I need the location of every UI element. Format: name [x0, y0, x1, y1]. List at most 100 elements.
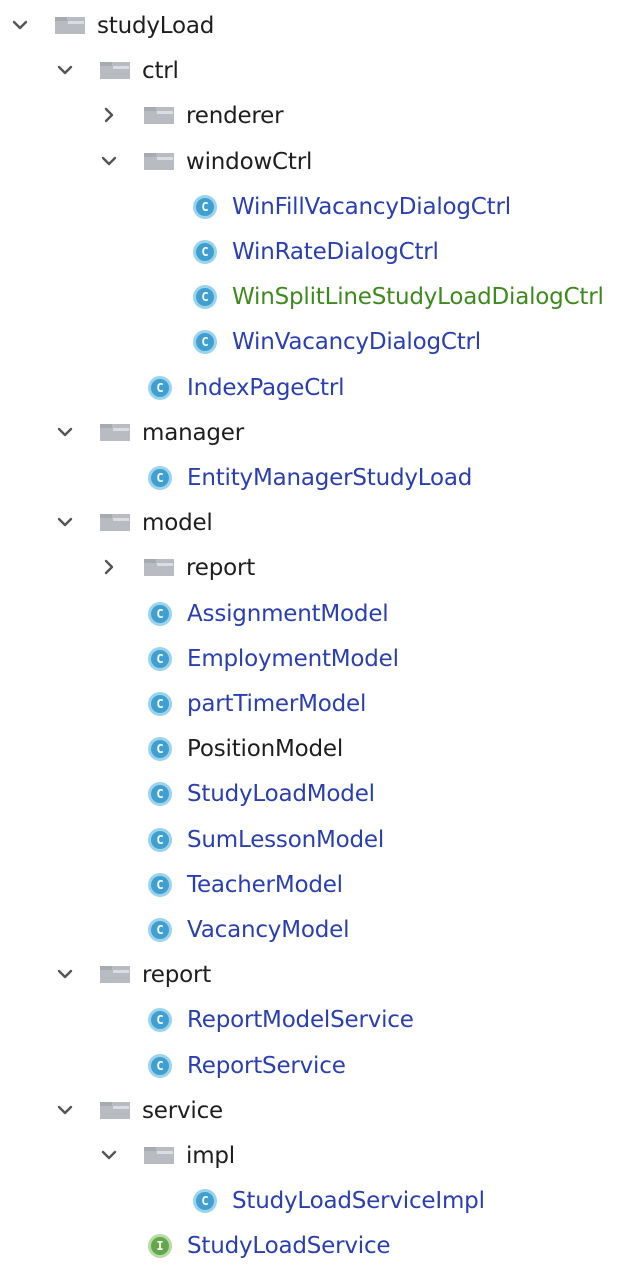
tree-item-label: IndexPageCtrl	[187, 375, 345, 401]
tree-folder-windowctrl[interactable]: windowCtrl	[0, 139, 634, 184]
class-icon: C	[193, 1189, 217, 1213]
folder-icon	[99, 964, 131, 984]
folder-icon	[99, 1100, 131, 1120]
tree-item-label: WinSplitLineStudyLoadDialogCtrl	[232, 284, 604, 310]
chevron-down-icon[interactable]	[55, 964, 75, 984]
chevron-down-icon[interactable]	[55, 422, 75, 442]
icon-letter: C	[151, 379, 169, 397]
icon-letter: C	[151, 650, 169, 668]
tree-item-label: ReportService	[187, 1053, 346, 1079]
icon-letter: C	[151, 921, 169, 939]
class-icon: C	[193, 285, 217, 309]
folder-icon	[143, 151, 175, 171]
interface-icon: I	[148, 1234, 172, 1258]
chevron-down-icon[interactable]	[55, 1100, 75, 1120]
folder-icon	[143, 1145, 175, 1165]
icon-letter: C	[151, 1057, 169, 1075]
icon-letter: C	[151, 831, 169, 849]
tree-item-label: StudyLoadModel	[187, 781, 375, 807]
tree-item-label: ctrl	[142, 58, 179, 84]
tree-folder-studyload[interactable]: studyLoad	[0, 3, 634, 48]
tree-item-label: service	[142, 1098, 223, 1124]
tree-file-employmentmodel[interactable]: C EmploymentModel	[0, 636, 634, 681]
tree-item-label: EmploymentModel	[187, 646, 399, 672]
class-icon: C	[148, 692, 172, 716]
folder-icon	[99, 60, 131, 80]
tree-file-indexpagectrl[interactable]: C IndexPageCtrl	[0, 365, 634, 410]
icon-letter: C	[151, 876, 169, 894]
icon-letter: C	[196, 288, 214, 306]
tree-file-winfillvacancydialogctrl[interactable]: C WinFillVacancyDialogCtrl	[0, 184, 634, 229]
class-icon: C	[148, 1054, 172, 1078]
tree-file-reportmodelservice[interactable]: C ReportModelService	[0, 997, 634, 1042]
tree-item-label: manager	[142, 420, 244, 446]
tree-folder-renderer[interactable]: renderer	[0, 93, 634, 138]
tree-file-studyloadserviceimpl[interactable]: C StudyLoadServiceImpl	[0, 1178, 634, 1223]
tree-file-sumlessonmodel[interactable]: C SumLessonModel	[0, 817, 634, 862]
chevron-down-icon[interactable]	[55, 60, 75, 80]
class-icon: C	[193, 330, 217, 354]
tree-folder-report[interactable]: report	[0, 545, 634, 590]
tree-file-winsplitlinestudyloaddialogctrl[interactable]: C WinSplitLineStudyLoadDialogCtrl	[0, 274, 634, 319]
icon-letter: I	[151, 1237, 169, 1255]
tree-folder-impl[interactable]: impl	[0, 1133, 634, 1178]
tree-folder-service[interactable]: service	[0, 1088, 634, 1133]
tree-file-teachermodel[interactable]: C TeacherModel	[0, 862, 634, 907]
folder-icon	[54, 15, 86, 35]
tree-file-reportservice[interactable]: C ReportService	[0, 1043, 634, 1088]
chevron-down-icon[interactable]	[99, 151, 119, 171]
chevron-right-icon[interactable]	[99, 105, 119, 125]
class-icon: C	[148, 466, 172, 490]
chevron-down-icon[interactable]	[99, 1145, 119, 1165]
tree-file-entitymanagerstudyload[interactable]: C EntityManagerStudyLoad	[0, 455, 634, 500]
tree-item-label: report	[186, 555, 256, 581]
tree-folder-model[interactable]: model	[0, 500, 634, 545]
icon-letter: C	[196, 243, 214, 261]
icon-letter: C	[151, 605, 169, 623]
tree-folder-ctrl[interactable]: ctrl	[0, 48, 634, 93]
tree-file-winratedialogctrl[interactable]: C WinRateDialogCtrl	[0, 229, 634, 274]
icon-letter: C	[196, 333, 214, 351]
class-icon: C	[193, 195, 217, 219]
class-icon: C	[193, 240, 217, 264]
tree-file-parttimermodel[interactable]: CpartTimerModel	[0, 681, 634, 726]
icon-letter: C	[151, 469, 169, 487]
tree-item-label: SumLessonModel	[187, 827, 385, 853]
tree-file-winvacancydialogctrl[interactable]: C WinVacancyDialogCtrl	[0, 319, 634, 364]
tree-item-label: TeacherModel	[187, 872, 343, 898]
icon-letter: C	[151, 740, 169, 758]
tree-item-label: WinFillVacancyDialogCtrl	[232, 194, 511, 220]
tree-item-label: EntityManagerStudyLoad	[187, 465, 473, 491]
tree-item-label: report	[142, 962, 212, 988]
tree-item-label: WinRateDialogCtrl	[232, 239, 439, 265]
class-icon: C	[148, 782, 172, 806]
folder-icon	[143, 557, 175, 577]
icon-letter: C	[196, 1192, 214, 1210]
class-icon: C	[148, 1008, 172, 1032]
project-tree: studyLoad ctrl renderer windowCtrl C WinFillV…	[0, 0, 634, 1262]
tree-item-label: PositionModel	[187, 736, 344, 762]
tree-item-label: partTimerModel	[187, 691, 367, 717]
icon-letter: C	[151, 1011, 169, 1029]
tree-item-label: renderer	[186, 103, 284, 129]
tree-item-label: WinVacancyDialogCtrl	[232, 329, 482, 355]
tree-file-vacancymodel[interactable]: C VacancyModel	[0, 907, 634, 952]
class-icon: C	[148, 602, 172, 626]
chevron-right-icon[interactable]	[99, 557, 119, 577]
chevron-down-icon[interactable]	[55, 512, 75, 532]
tree-file-positionmodel[interactable]: C PositionModel	[0, 726, 634, 771]
icon-letter: C	[196, 198, 214, 216]
icon-letter: C	[151, 695, 169, 713]
tree-file-studyloadmodel[interactable]: C StudyLoadModel	[0, 771, 634, 816]
folder-icon	[99, 512, 131, 532]
tree-item-label: model	[142, 510, 213, 536]
chevron-down-icon[interactable]	[10, 15, 30, 35]
class-icon: C	[148, 737, 172, 761]
tree-item-label: StudyLoadServiceImpl	[232, 1188, 485, 1214]
folder-icon	[143, 105, 175, 125]
tree-file-studyloadservice[interactable]: I StudyLoadService	[0, 1223, 634, 1268]
tree-folder-report[interactable]: report	[0, 952, 634, 997]
tree-folder-manager[interactable]: manager	[0, 410, 634, 455]
tree-file-assignmentmodel[interactable]: C AssignmentModel	[0, 591, 634, 636]
class-icon: C	[148, 376, 172, 400]
